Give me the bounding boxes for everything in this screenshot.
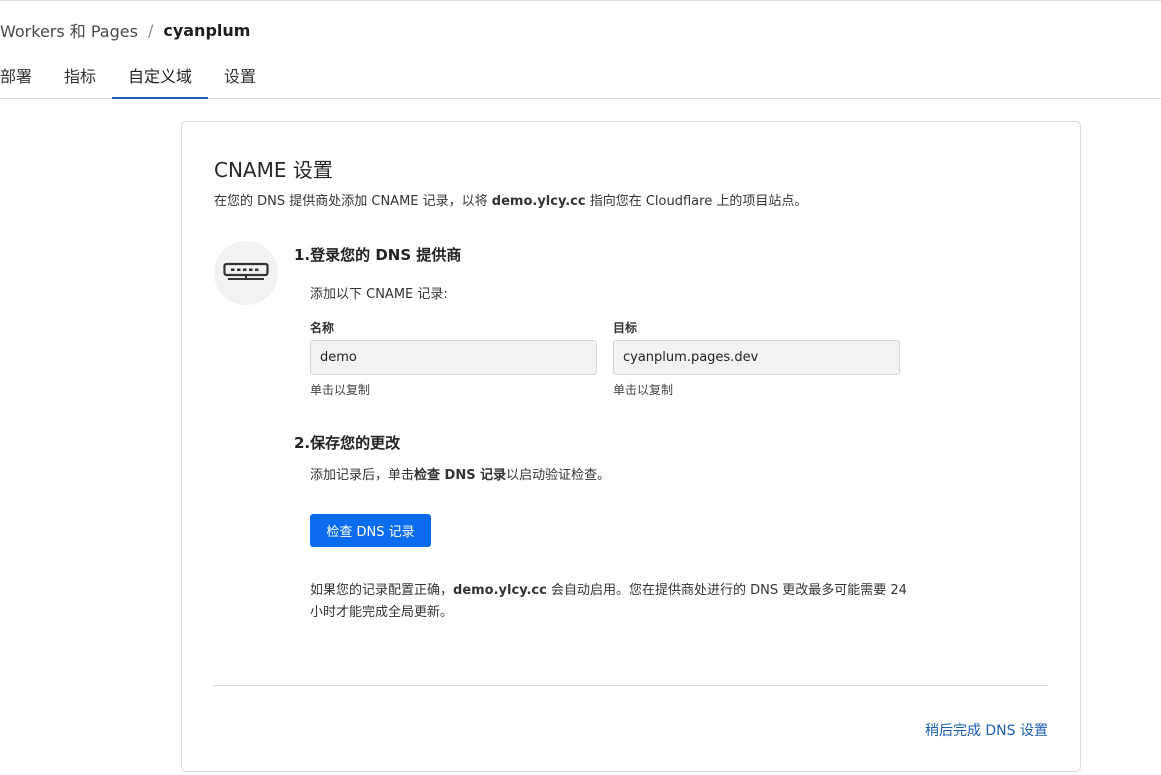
target-label: 目标 xyxy=(613,321,638,335)
step2-sub-prefix: 添加记录后，单击 xyxy=(310,468,415,483)
tab-deployments[interactable]: 部署 xyxy=(0,52,48,99)
target-copy-hint: 单击以复制 xyxy=(613,383,674,397)
desc-domain: demo.ylcy.cc xyxy=(491,194,586,209)
desc-suffix: 指向您在 Cloudflare 上的项目站点。 xyxy=(585,194,808,209)
finish-dns-later-link[interactable]: 稍后完成 DNS 设置 xyxy=(925,720,1048,740)
step2-sub-suffix: 以启动验证检查。 xyxy=(506,468,611,483)
card-description: 在您的 DNS 提供商处添加 CNAME 记录，以将 demo.ylcy.cc … xyxy=(214,190,807,209)
card-divider xyxy=(214,685,1048,686)
tab-custom-domains[interactable]: 自定义域 xyxy=(112,52,209,99)
name-label: 名称 xyxy=(310,321,335,335)
activation-note: 如果您的记录配置正确，demo.ylcy.cc 会自动启用。您在提供商处进行的 … xyxy=(310,580,910,624)
tab-settings[interactable]: 设置 xyxy=(208,52,272,99)
target-copy-field[interactable]: cyanplum.pages.dev xyxy=(613,340,900,375)
router-icon xyxy=(214,241,278,305)
cname-setup-card: CNAME 设置 在您的 DNS 提供商处添加 CNAME 记录，以将 demo… xyxy=(181,121,1081,772)
check-dns-records-button[interactable]: 检查 DNS 记录 xyxy=(310,514,431,547)
name-copy-field[interactable]: demo xyxy=(310,340,597,375)
step1-subtitle: 添加以下 CNAME 记录: xyxy=(310,287,448,302)
card-title: CNAME 设置 xyxy=(214,158,333,182)
breadcrumb: Workers 和 Pages / cyanplum xyxy=(0,18,250,42)
step1-title: 1.登录您的 DNS 提供商 xyxy=(294,246,462,264)
top-border xyxy=(0,0,1161,1)
note-prefix: 如果您的记录配置正确， xyxy=(310,583,454,598)
note-domain: demo.ylcy.cc xyxy=(453,583,547,598)
breadcrumb-parent-link[interactable]: Workers 和 Pages xyxy=(0,18,138,42)
breadcrumb-current: cyanplum xyxy=(163,20,251,40)
name-copy-hint: 单击以复制 xyxy=(310,383,371,397)
desc-prefix: 在您的 DNS 提供商处添加 CNAME 记录，以将 xyxy=(214,194,492,209)
tab-bar: 部署 指标 自定义域 设置 xyxy=(0,52,1161,99)
tab-metrics[interactable]: 指标 xyxy=(48,52,112,99)
step2-subtitle: 添加记录后，单击检查 DNS 记录以启动验证检查。 xyxy=(310,464,610,483)
step2-title: 2.保存您的更改 xyxy=(294,434,401,452)
router-icon-svg xyxy=(223,262,269,280)
step2-sub-bold: 检查 DNS 记录 xyxy=(414,468,507,483)
breadcrumb-separator: / xyxy=(147,20,154,40)
